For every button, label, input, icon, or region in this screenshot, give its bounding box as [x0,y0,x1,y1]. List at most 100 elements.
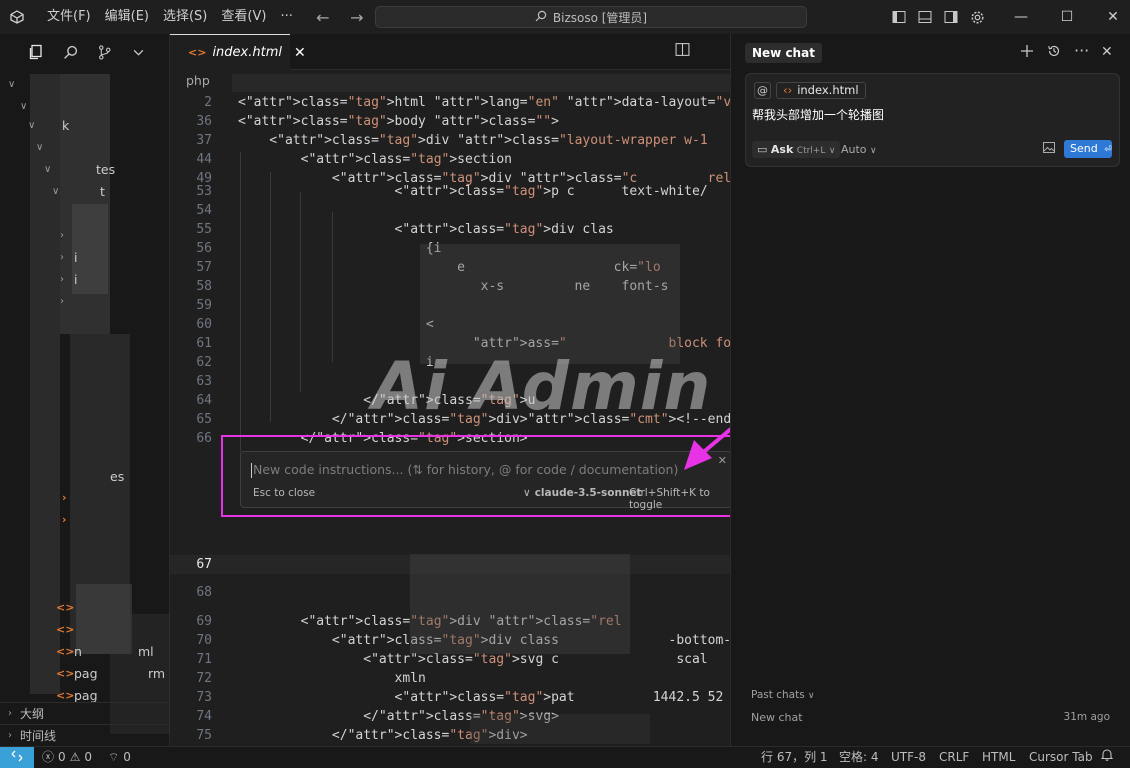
chat-message-text[interactable]: 帮我头部增加一个轮播图 [752,106,884,123]
send-button[interactable]: Send ⏎ [1064,140,1112,158]
code-line[interactable]: 53 <"attr">class="tag">p c text-white/ t… [170,182,887,201]
line-number: 55 [196,222,212,237]
ports-indicator[interactable]: ⌔ 0 [108,747,131,768]
problems-indicator[interactable]: ⓧ 0 ⚠ 0 [42,747,92,768]
source-control-icon[interactable] [94,42,114,62]
code-line[interactable]: 55 <"attr">class="tag">div clas [170,220,730,239]
code-line[interactable]: 37 <"attr">class="tag">div "attr">class=… [170,131,730,150]
tree-row[interactable]: ∨ tes [0,159,170,181]
chevron-down-icon: ∨ [870,146,877,156]
html-file-icon: <> [188,46,207,59]
context-file-chip[interactable]: ‹› index.html [776,82,866,99]
tree-row[interactable]: › [0,509,170,531]
tree-row[interactable]: ∨ k [0,115,170,137]
gear-icon[interactable] [964,0,990,34]
minimize-button[interactable]: — [998,0,1044,34]
line-number: 64 [196,393,212,408]
cursor-position[interactable]: 行 67，列 1 [761,747,828,768]
line-number: 36 [196,114,212,129]
line-number: 2 [204,95,212,110]
line-number: 65 [196,412,212,427]
search-text: Bizsoso [管理员] [552,10,648,25]
line-number: 75 [196,728,212,743]
tree-row[interactable]: <> pag rm [0,663,170,685]
close-icon[interactable]: ✕ [1101,44,1113,60]
model-auto-selector[interactable]: Auto ∨ [841,141,877,160]
code-line[interactable]: 44 <"attr">class="tag">section [170,150,730,169]
more-icon[interactable]: ··· [1074,41,1089,60]
tree-row[interactable]: › [0,291,170,313]
tree-row[interactable]: › [0,225,170,247]
back-arrow-icon[interactable]: ← [310,8,336,27]
tree-row[interactable]: <> [0,597,170,619]
explorer-files-icon[interactable] [26,42,46,62]
close-window-button[interactable]: ✕ [1090,0,1130,34]
search-icon[interactable] [60,42,80,62]
plus-icon[interactable] [1020,44,1034,62]
remote-indicator-button[interactable] [0,747,34,768]
encoding[interactable]: UTF-8 [891,747,926,768]
menu-view[interactable]: 查看(V) [214,0,273,34]
at-mention-button[interactable]: @ [754,82,771,99]
timeline-panel-header[interactable]: › 时间线 [0,724,170,746]
tree-row[interactable]: <> [0,619,170,641]
menu-selection[interactable]: 选择(S) [156,0,214,34]
line-number: 44 [196,152,212,167]
blurred-region [410,554,630,654]
menu-edit[interactable]: 编辑(E) [98,0,156,34]
code-line[interactable]: 36 <"attr">class="tag">body "attr">class=… [170,112,730,131]
toggle-primary-sidebar-icon[interactable] [886,0,912,34]
blurred-region [470,714,650,744]
forward-arrow-icon[interactable]: → [344,8,370,27]
tree-row[interactable]: <> n ml [0,641,170,663]
line-number: 56 [196,241,212,256]
chat-input-box[interactable]: @ ‹› index.html 帮我头部增加一个轮播图 ▭ Ask Ctrl+L… [745,73,1120,167]
outline-panel-header[interactable]: › 大纲 [0,702,170,724]
bell-icon[interactable] [1100,747,1114,768]
close-icon[interactable]: ✕ [294,45,306,61]
chat-tab-new-chat[interactable]: New chat [745,43,822,63]
code-line[interactable]: 73 <"attr">class="tag">pat 1442.5 52 [170,688,730,707]
warning-icon: ⚠ [69,750,81,764]
tree-row[interactable]: ∨ [0,74,170,96]
tree-row[interactable]: › i [0,269,170,291]
tree-row[interactable]: ∨ [0,137,170,159]
split-editor-icon[interactable] [675,42,690,60]
line-number: 67 [196,557,212,572]
toggle-panel-icon[interactable] [912,0,938,34]
indentation[interactable]: 空格: 4 [839,747,879,768]
language-mode[interactable]: HTML [982,747,1015,768]
image-icon[interactable] [1043,142,1055,156]
mode-selector[interactable]: ▭ Ask Ctrl+L ∨ [752,141,841,158]
indent-guide [270,172,271,422]
tree-row[interactable]: › [0,487,170,509]
cursor-logo-icon [0,0,34,34]
end-of-line[interactable]: CRLF [939,747,969,768]
code-line[interactable]: 2 <"attr">class="tag">html "attr">lang="e… [170,93,794,112]
tree-row[interactable]: › i [0,247,170,269]
history-icon[interactable] [1047,44,1061,62]
toggle-secondary-sidebar-icon[interactable] [938,0,964,34]
tree-row[interactable]: es [0,466,170,488]
code-text: <"attr">class="tag">div "attr">class="la… [238,133,708,148]
cursor-tab-status[interactable]: Cursor Tab [1029,747,1093,768]
tree-row[interactable]: ∨ t [0,181,170,203]
menu-more[interactable]: ··· [273,0,299,34]
code-line[interactable]: 54 [170,201,730,220]
tab-index-html[interactable]: <> index.html ✕ [170,34,306,70]
line-number: 58 [196,279,212,294]
code-text: <"attr">class="tag">body "attr">class=""… [238,114,559,129]
line-number: 69 [196,614,212,629]
chevron-down-icon: ∨ [808,691,815,701]
code-line[interactable]: 72 xmln [170,669,730,688]
error-icon: ⓧ [42,750,55,764]
past-chats-toggle[interactable]: Past chats ∨ [751,689,815,701]
explorer-sidebar: ∨ ∨ ∨ k ∨ ∨ tes ∨ t › › i › i › es › › <> <> … [0,34,170,746]
menu-file[interactable]: 文件(F) [40,0,98,34]
line-number: 57 [196,260,212,275]
history-item-title[interactable]: New chat [751,711,803,724]
maximize-button[interactable]: ☐ [1044,0,1090,34]
chevron-down-icon[interactable] [128,42,148,62]
command-center-search[interactable]: Bizsoso [管理员] [375,6,807,28]
html-file-icon: › [62,491,67,504]
